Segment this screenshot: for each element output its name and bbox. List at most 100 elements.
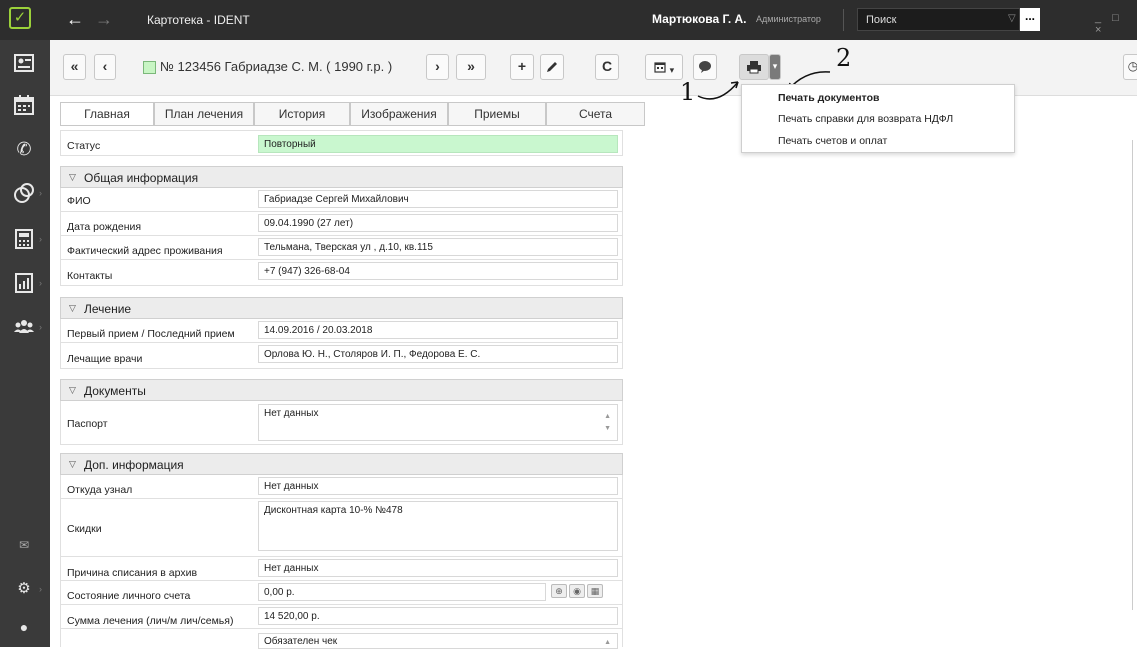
sidebar-item-payments[interactable]: › (0, 176, 50, 210)
sidebar-item-cash[interactable]: › (0, 222, 50, 256)
chevron-right-icon: › (39, 278, 42, 288)
status-label: Статус (67, 140, 101, 152)
collapse-triangle-icon: ▽ (69, 303, 76, 313)
section-documents[interactable]: ▽ Документы (60, 379, 623, 401)
refresh-button[interactable]: C (595, 54, 619, 80)
dob-field[interactable]: 09.04.1990 (27 лет) (258, 214, 618, 232)
tab-medical-history[interactable]: История болезни (254, 102, 350, 144)
sidebar-item-messages[interactable]: ✉ (0, 528, 50, 562)
receipt-value: Обязателен чек (264, 636, 338, 647)
chevron-down-icon[interactable]: ▽ (1008, 13, 1016, 24)
discount-row: Скидки Дисконтная карта 10-% №478 (60, 499, 623, 557)
contacts-field[interactable]: +7 (947) 326-68-04 (258, 262, 618, 280)
passport-value: Нет данных (264, 408, 319, 419)
tab-bills[interactable]: Счета (546, 102, 645, 126)
next-record-button[interactable]: › (426, 54, 449, 80)
contacts-row: Контакты +7 (947) 326-68-04 (60, 260, 623, 286)
app-logo-check-icon[interactable]: ✓ (9, 7, 31, 29)
address-field[interactable]: Тельмана, Тверская ул , д.10, кв.115 (258, 238, 618, 256)
scroll-up-icon[interactable]: ▲ (604, 637, 611, 649)
fio-field[interactable]: Габриадзе Сергей Михайлович (258, 190, 618, 208)
visits-label: Первый прием / Последний прием (67, 328, 235, 340)
discount-label: Скидки (67, 523, 102, 535)
print-menu: Печать документов Печать справки для воз… (741, 84, 1015, 153)
menu-item-print-tax-certificate[interactable]: Печать справки для возврата НДФЛ (778, 113, 953, 125)
sidebar-item-settings[interactable]: ⚙ › (0, 572, 50, 606)
menu-item-print-bills-payments[interactable]: Печать счетов и оплат (778, 135, 887, 147)
title-bar: ✓ ← → Картотека - IDENT Мартюкова Г. А. … (0, 0, 1137, 40)
coin-icon[interactable]: ◉ (569, 584, 585, 598)
source-label: Откуда узнал (67, 484, 133, 496)
search-input[interactable]: Поиск ▽ (857, 8, 1020, 31)
receipt-row: Обязателен чек ▲ (60, 629, 623, 649)
phone-icon: ✆ (16, 139, 32, 159)
edit-button[interactable] (540, 54, 564, 80)
account-field[interactable]: 0,00 р. (258, 583, 546, 601)
clock-icon: ◷ (1127, 59, 1137, 73)
user-name[interactable]: Мартюкова Г. А. (652, 12, 747, 26)
section-general[interactable]: ▽ Общая информация (60, 166, 623, 188)
id-card-icon (14, 54, 34, 72)
source-field[interactable]: Нет данных (258, 477, 618, 495)
passport-row: Паспорт Нет данных ▲ ▼ (60, 401, 623, 445)
fio-label: ФИО (67, 195, 91, 207)
archive-row: Причина списания в архив Нет данных (60, 557, 623, 581)
doctors-field[interactable]: Орлова Ю. Н., Столяров И. П., Федорова Е… (258, 345, 618, 363)
tab-underline (60, 125, 645, 126)
sidebar: ✆ › › › › ✉ ⚙ › ● (0, 40, 50, 647)
address-label: Фактический адрес проживания (67, 245, 223, 257)
sidebar-item-reports[interactable]: › (0, 266, 50, 300)
contacts-label: Контакты (67, 270, 113, 282)
account-actions: ⊕ ◉ ▦ (551, 584, 605, 598)
dob-row: Дата рождения 09.04.1990 (27 лет) (60, 212, 623, 236)
history-button[interactable]: ◷ (1123, 54, 1137, 80)
collapse-triangle-icon: ▽ (69, 172, 76, 182)
menu-item-print-documents[interactable]: Печать документов (778, 92, 879, 104)
users-group-icon (14, 320, 34, 333)
user-role: Администратор (756, 14, 821, 24)
section-extra[interactable]: ▽ Доп. информация (60, 453, 623, 475)
sidebar-item-schedule[interactable] (0, 88, 50, 122)
pencil-icon (547, 62, 557, 72)
chevron-right-icon: › (39, 584, 42, 594)
fio-row: ФИО Габриадзе Сергей Михайлович (60, 188, 623, 212)
calendar-dropdown-button[interactable]: ▾ (645, 54, 683, 80)
scroll-arrows-icon[interactable]: ▲ ▼ (604, 411, 611, 435)
tab-images[interactable]: Изображения (350, 102, 448, 126)
visits-field[interactable]: 14.09.2016 / 20.03.2018 (258, 321, 618, 339)
passport-field[interactable]: Нет данных ▲ ▼ (258, 404, 618, 441)
sidebar-item-staff[interactable]: › (0, 310, 50, 344)
status-field[interactable]: Повторный (258, 135, 618, 153)
tab-main[interactable]: Главная (60, 102, 154, 126)
discount-field[interactable]: Дисконтная карта 10-% №478 (258, 501, 618, 551)
tab-treatment-plan[interactable]: План лечения (154, 102, 254, 126)
archive-field[interactable]: Нет данных (258, 559, 618, 577)
doctors-label: Лечащие врачи (67, 353, 143, 365)
chevron-right-icon: › (39, 322, 42, 332)
calendar-icon (14, 95, 34, 115)
address-row: Фактический адрес проживания Тельмана, Т… (60, 236, 623, 260)
report-chart-icon (15, 273, 33, 293)
calc-icon[interactable]: ▦ (587, 584, 603, 598)
visits-row: Первый прием / Последний прием 14.09.201… (60, 319, 623, 343)
forward-arrow-icon[interactable]: → (95, 9, 113, 29)
sidebar-item-patients[interactable] (0, 46, 50, 80)
section-treatment[interactable]: ▽ Лечение (60, 297, 623, 319)
section-title: Лечение (84, 302, 132, 316)
chevron-right-icon: › (39, 188, 42, 198)
source-row: Откуда узнал Нет данных (60, 475, 623, 499)
sidebar-item-profile[interactable]: ● (0, 610, 50, 644)
first-record-button[interactable]: « (63, 54, 86, 80)
last-record-button[interactable]: » (456, 54, 486, 80)
prev-record-button[interactable]: ‹ (94, 54, 116, 80)
sum-field[interactable]: 14 520,00 р. (258, 607, 618, 625)
back-arrow-icon[interactable]: ← (66, 9, 84, 29)
tab-visits[interactable]: Приемы (448, 102, 546, 126)
add-button[interactable]: + (510, 54, 534, 80)
window-controls[interactable]: _ □ × (1095, 12, 1137, 36)
dropdown-arrow: ▾ (669, 65, 675, 75)
zoom-icon[interactable]: ⊕ (551, 584, 567, 598)
patient-title: № 123456 Габриадзе С. М. ( 1990 г.р. ) (160, 59, 393, 74)
sidebar-item-calls[interactable]: ✆ (0, 132, 50, 166)
search-more-button[interactable]: ... (1020, 8, 1040, 31)
